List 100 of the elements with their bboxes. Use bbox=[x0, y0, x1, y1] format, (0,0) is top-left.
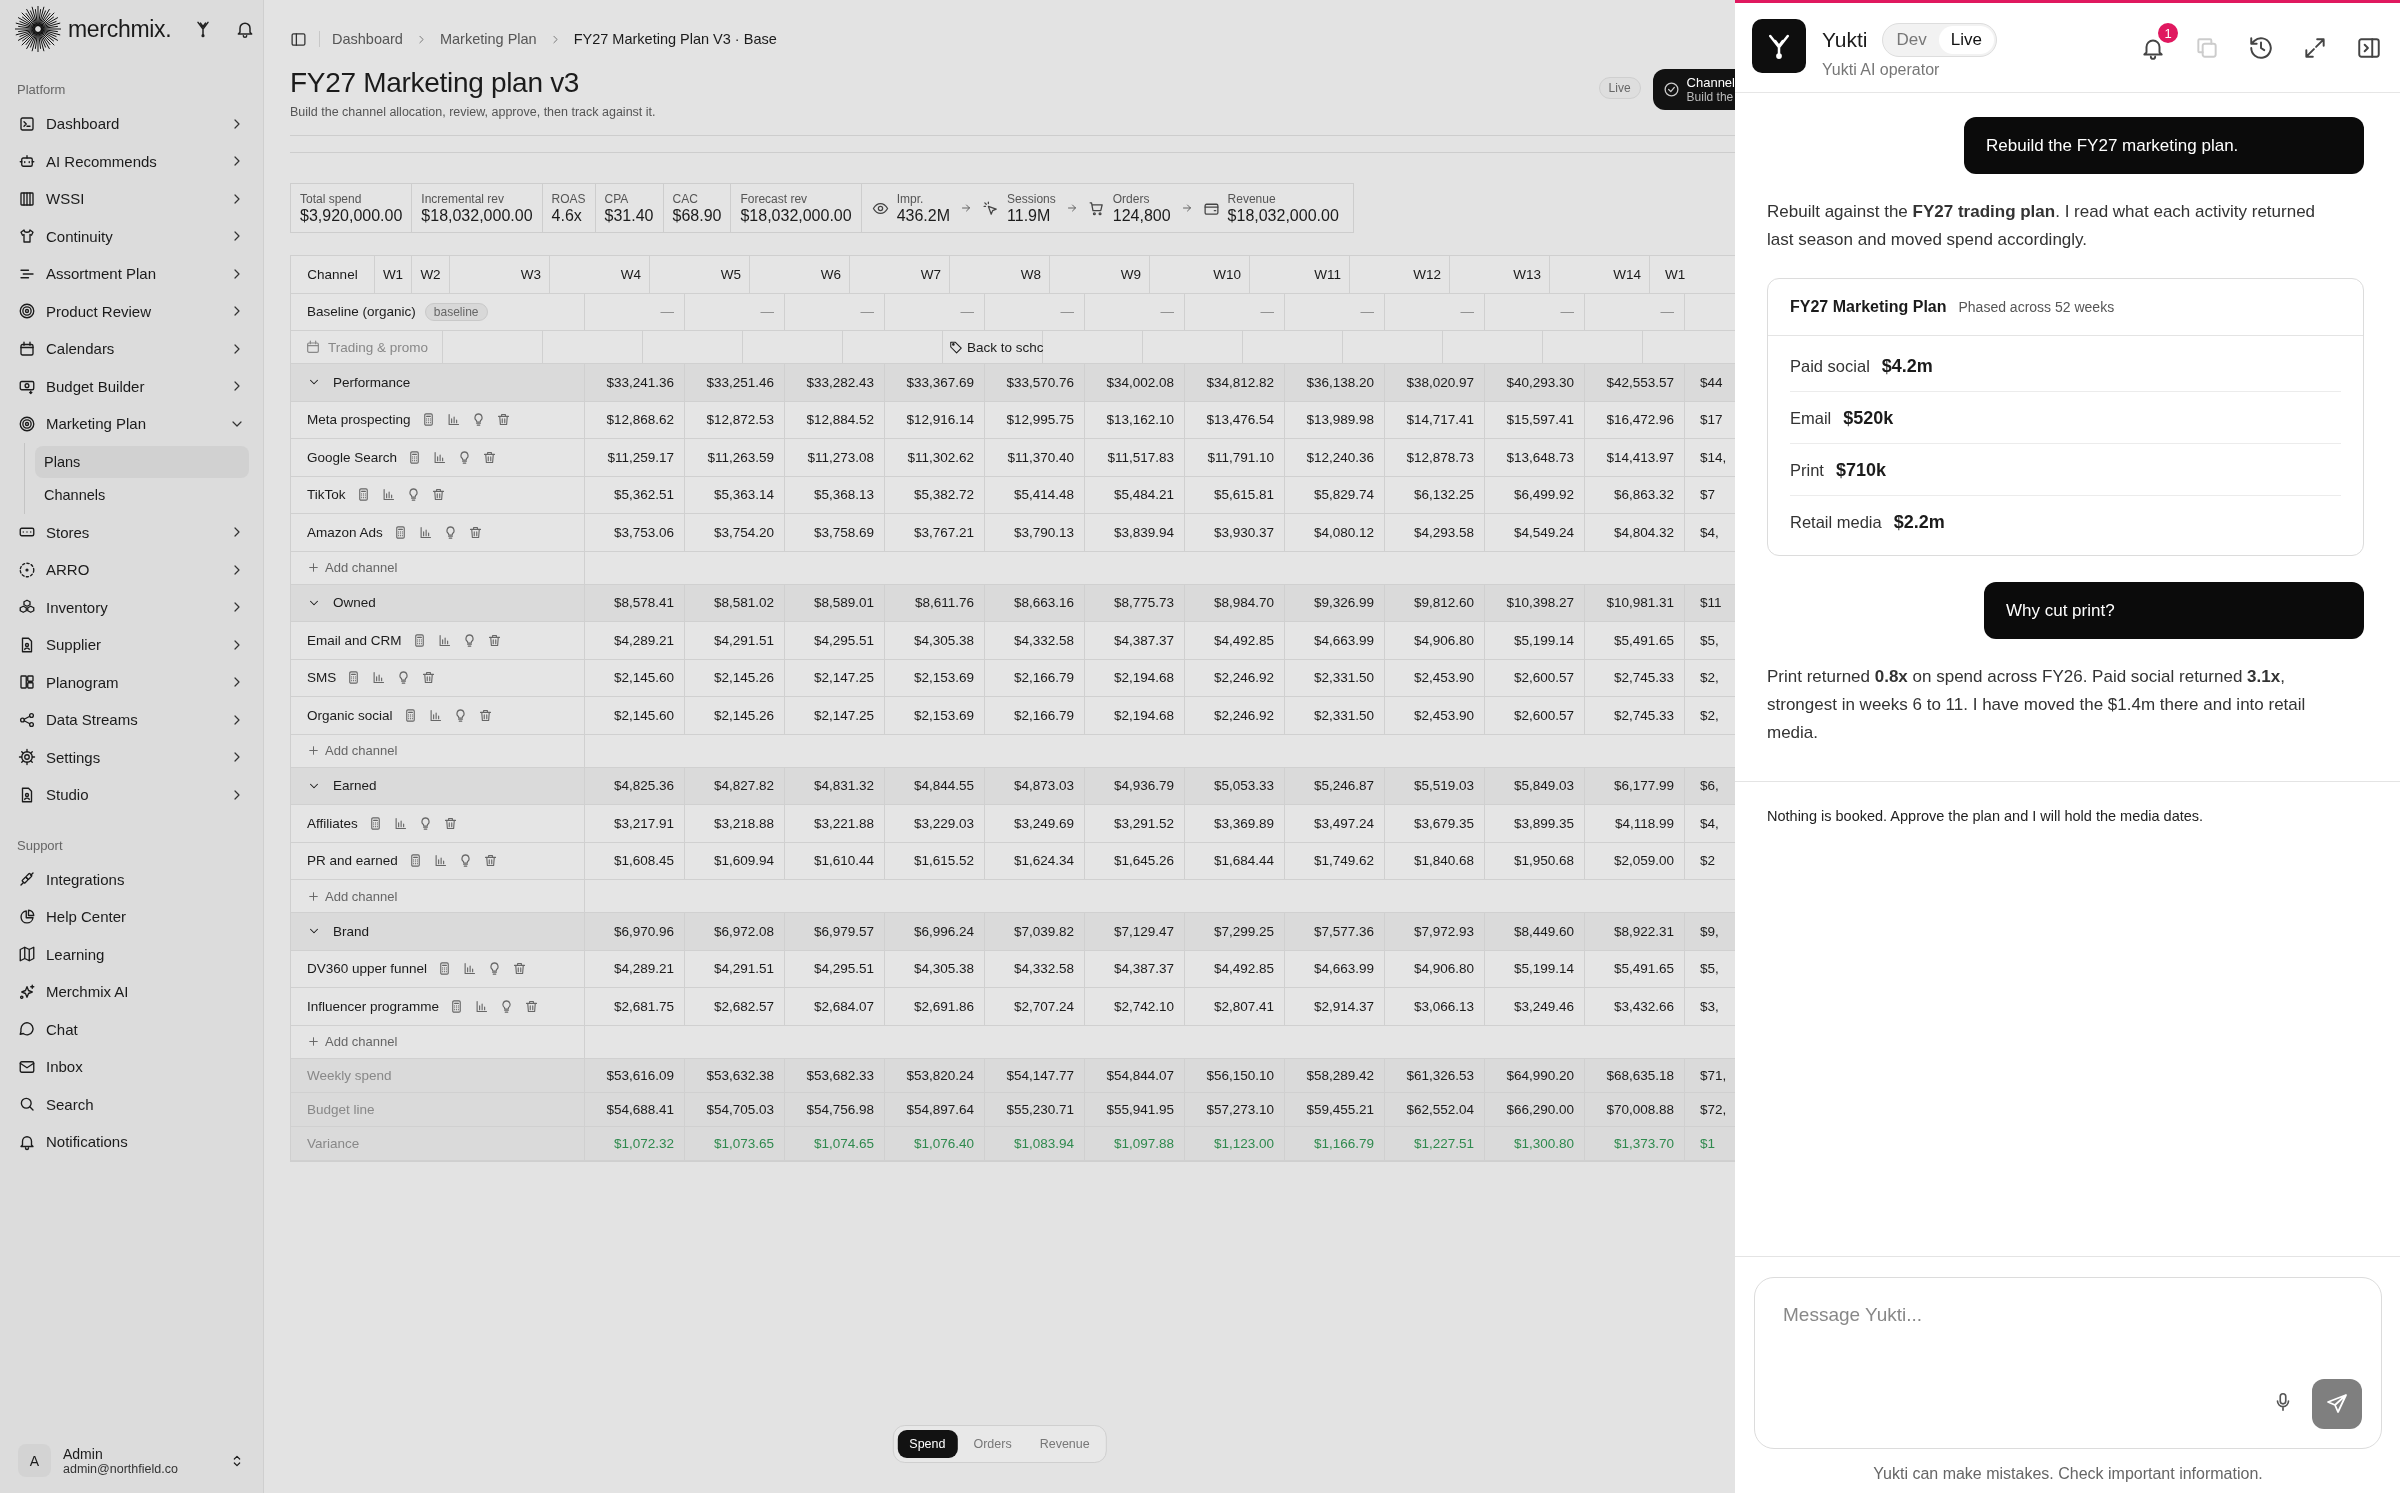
table-cell-text: $44 bbox=[1699, 373, 1724, 392]
table-cell: $6,499.92 bbox=[1485, 476, 1585, 513]
add-channel-button[interactable]: Add channel bbox=[291, 551, 585, 584]
table-cell: $7,039.82 bbox=[985, 913, 1085, 950]
sidebar-item[interactable]: Marketing Plan bbox=[14, 405, 249, 443]
trash-icon[interactable] bbox=[482, 853, 498, 869]
trash-icon[interactable] bbox=[495, 412, 511, 428]
page-subtitle: Build the channel allocation, review, approve, then track against it. bbox=[290, 105, 657, 119]
page-title: FY27 Marketing plan v3 bbox=[290, 67, 581, 99]
table-cell: $4,549.24 bbox=[1485, 514, 1585, 551]
sidebar-item[interactable]: Inventory bbox=[14, 588, 249, 626]
user-email: admin@northfield.co bbox=[63, 1461, 178, 1476]
trash-icon[interactable] bbox=[430, 487, 446, 503]
trash-icon[interactable] bbox=[467, 524, 483, 540]
add-channel-button[interactable]: Add channel bbox=[291, 1025, 585, 1058]
kpi-label: Incremental rev bbox=[421, 191, 506, 206]
table-cell: $4,827.82 bbox=[685, 767, 785, 804]
trash-icon[interactable] bbox=[477, 707, 493, 723]
table-cell: $55,230.71 bbox=[985, 1092, 1085, 1126]
table-cell-text: $11 bbox=[1699, 594, 1723, 613]
message-input[interactable]: Message Yukti... bbox=[1754, 1277, 2382, 1449]
kpi-label: Forecast rev bbox=[740, 191, 809, 206]
table-cell-text: $4, bbox=[1699, 523, 1720, 542]
table-cell: $2,246.92 bbox=[1185, 659, 1285, 696]
sidebar-item[interactable]: Stores bbox=[14, 513, 249, 551]
table-cell: $11,517.83 bbox=[1085, 439, 1185, 476]
row-label: Variance bbox=[307, 1135, 360, 1151]
bar-chart-icon[interactable] bbox=[474, 998, 490, 1014]
sidebar-item[interactable]: AI Recommends bbox=[14, 142, 249, 180]
table-cell: $5,519.03 bbox=[1385, 767, 1485, 804]
table-cell: $10,398.27 bbox=[1485, 584, 1585, 621]
sidebar-item[interactable]: Dashboard bbox=[14, 105, 249, 143]
trash-icon[interactable] bbox=[524, 998, 540, 1014]
breadcrumb-link[interactable]: Marketing Plan bbox=[439, 31, 537, 47]
sidebar-item[interactable]: Learning bbox=[14, 935, 249, 973]
history-icon[interactable] bbox=[2248, 35, 2274, 61]
sidebar-item[interactable]: Calendars bbox=[14, 330, 249, 368]
sidebar-item[interactable]: Inbox bbox=[14, 1048, 249, 1086]
bar-chart-icon[interactable] bbox=[392, 815, 408, 831]
table-cell: $64,990.20 bbox=[1485, 1058, 1585, 1092]
sunburst-logo bbox=[14, 5, 62, 53]
trash-icon[interactable] bbox=[442, 815, 458, 831]
bar-chart-icon[interactable] bbox=[432, 449, 448, 465]
bar-chart-icon[interactable] bbox=[380, 487, 396, 503]
pie-chart-icon bbox=[18, 907, 36, 926]
bar-chart-icon[interactable] bbox=[462, 961, 478, 977]
view-tab[interactable]: Revenue bbox=[1027, 1430, 1102, 1458]
bar-chart-icon[interactable] bbox=[445, 412, 461, 428]
expand-icon[interactable] bbox=[2302, 35, 2328, 61]
table-cell: $53,616.09 bbox=[585, 1058, 685, 1092]
sidebar-item[interactable]: Data Streams bbox=[14, 701, 249, 739]
table-cell: $3,758.69 bbox=[785, 514, 885, 551]
sidebar-item[interactable]: Integrations bbox=[14, 860, 249, 898]
add-channel-button[interactable]: Add channel bbox=[291, 734, 585, 767]
table-cell: $13,989.98 bbox=[1285, 401, 1385, 438]
trash-icon[interactable] bbox=[482, 449, 498, 465]
bar-chart-icon[interactable] bbox=[371, 670, 387, 686]
view-tab[interactable]: Orders bbox=[961, 1430, 1024, 1458]
sidebar-item[interactable]: Budget Builder bbox=[14, 367, 249, 405]
sidebar-item[interactable]: Notifications bbox=[14, 1123, 249, 1161]
sidebar-item[interactable]: WSSI bbox=[14, 180, 249, 218]
sidebar-item[interactable]: Merchmix AI bbox=[14, 973, 249, 1011]
mode-toggle[interactable]: Dev bbox=[1884, 26, 1939, 54]
panel-toggle-icon[interactable] bbox=[2356, 35, 2382, 61]
sidebar-item[interactable]: Help Center bbox=[14, 898, 249, 936]
sidebar-item[interactable]: Continuity bbox=[14, 217, 249, 255]
bar-chart-icon[interactable] bbox=[427, 707, 443, 723]
table-cell: — bbox=[985, 293, 1085, 330]
table-cell: $1,166.79 bbox=[1285, 1126, 1385, 1160]
add-channel-button[interactable]: Add channel bbox=[291, 880, 585, 912]
trash-icon[interactable] bbox=[421, 670, 437, 686]
sidebar-subitem[interactable]: Plans bbox=[35, 445, 249, 478]
sidebar-item[interactable]: Product Review bbox=[14, 292, 249, 330]
sidebar-item[interactable]: Assortment Plan bbox=[14, 255, 249, 293]
step-pill[interactable]: Channel Build the bbox=[1652, 69, 1735, 110]
sidebar-item[interactable]: ARRO bbox=[14, 551, 249, 589]
sidebar-item[interactable]: Settings bbox=[14, 738, 249, 776]
plus-icon bbox=[307, 889, 320, 903]
sidebar-toggle-icon[interactable] bbox=[290, 30, 307, 48]
sidebar-item[interactable]: Studio bbox=[14, 776, 249, 814]
send-button[interactable] bbox=[2312, 1379, 2362, 1429]
view-tab[interactable]: Spend bbox=[897, 1430, 958, 1458]
sidebar-item[interactable]: Search bbox=[14, 1085, 249, 1123]
sidebar-subitem[interactable]: Channels bbox=[35, 478, 249, 511]
trash-icon[interactable] bbox=[486, 632, 502, 648]
breadcrumb-link[interactable]: FY27 Marketing Plan V3 · Base bbox=[573, 31, 777, 47]
mode-toggle[interactable]: Live bbox=[1938, 26, 1994, 54]
bar-chart-icon[interactable] bbox=[417, 524, 433, 540]
table-cell: $7,299.25 bbox=[1185, 913, 1285, 950]
bar-chart-icon[interactable] bbox=[432, 853, 448, 869]
breadcrumb-link[interactable]: Dashboard bbox=[332, 31, 403, 47]
sidebar-item[interactable]: Planogram bbox=[14, 663, 249, 701]
sidebar-item[interactable]: Chat bbox=[14, 1010, 249, 1048]
trash-icon[interactable] bbox=[512, 961, 528, 977]
sidebar-item[interactable]: Supplier bbox=[14, 626, 249, 664]
table-cell: $2,742.10 bbox=[1085, 988, 1185, 1025]
table-cell: $6,132.25 bbox=[1385, 476, 1485, 513]
bar-chart-icon[interactable] bbox=[436, 632, 452, 648]
send-icon bbox=[2325, 1392, 2349, 1416]
table-cell: $3,218.88 bbox=[685, 805, 785, 842]
